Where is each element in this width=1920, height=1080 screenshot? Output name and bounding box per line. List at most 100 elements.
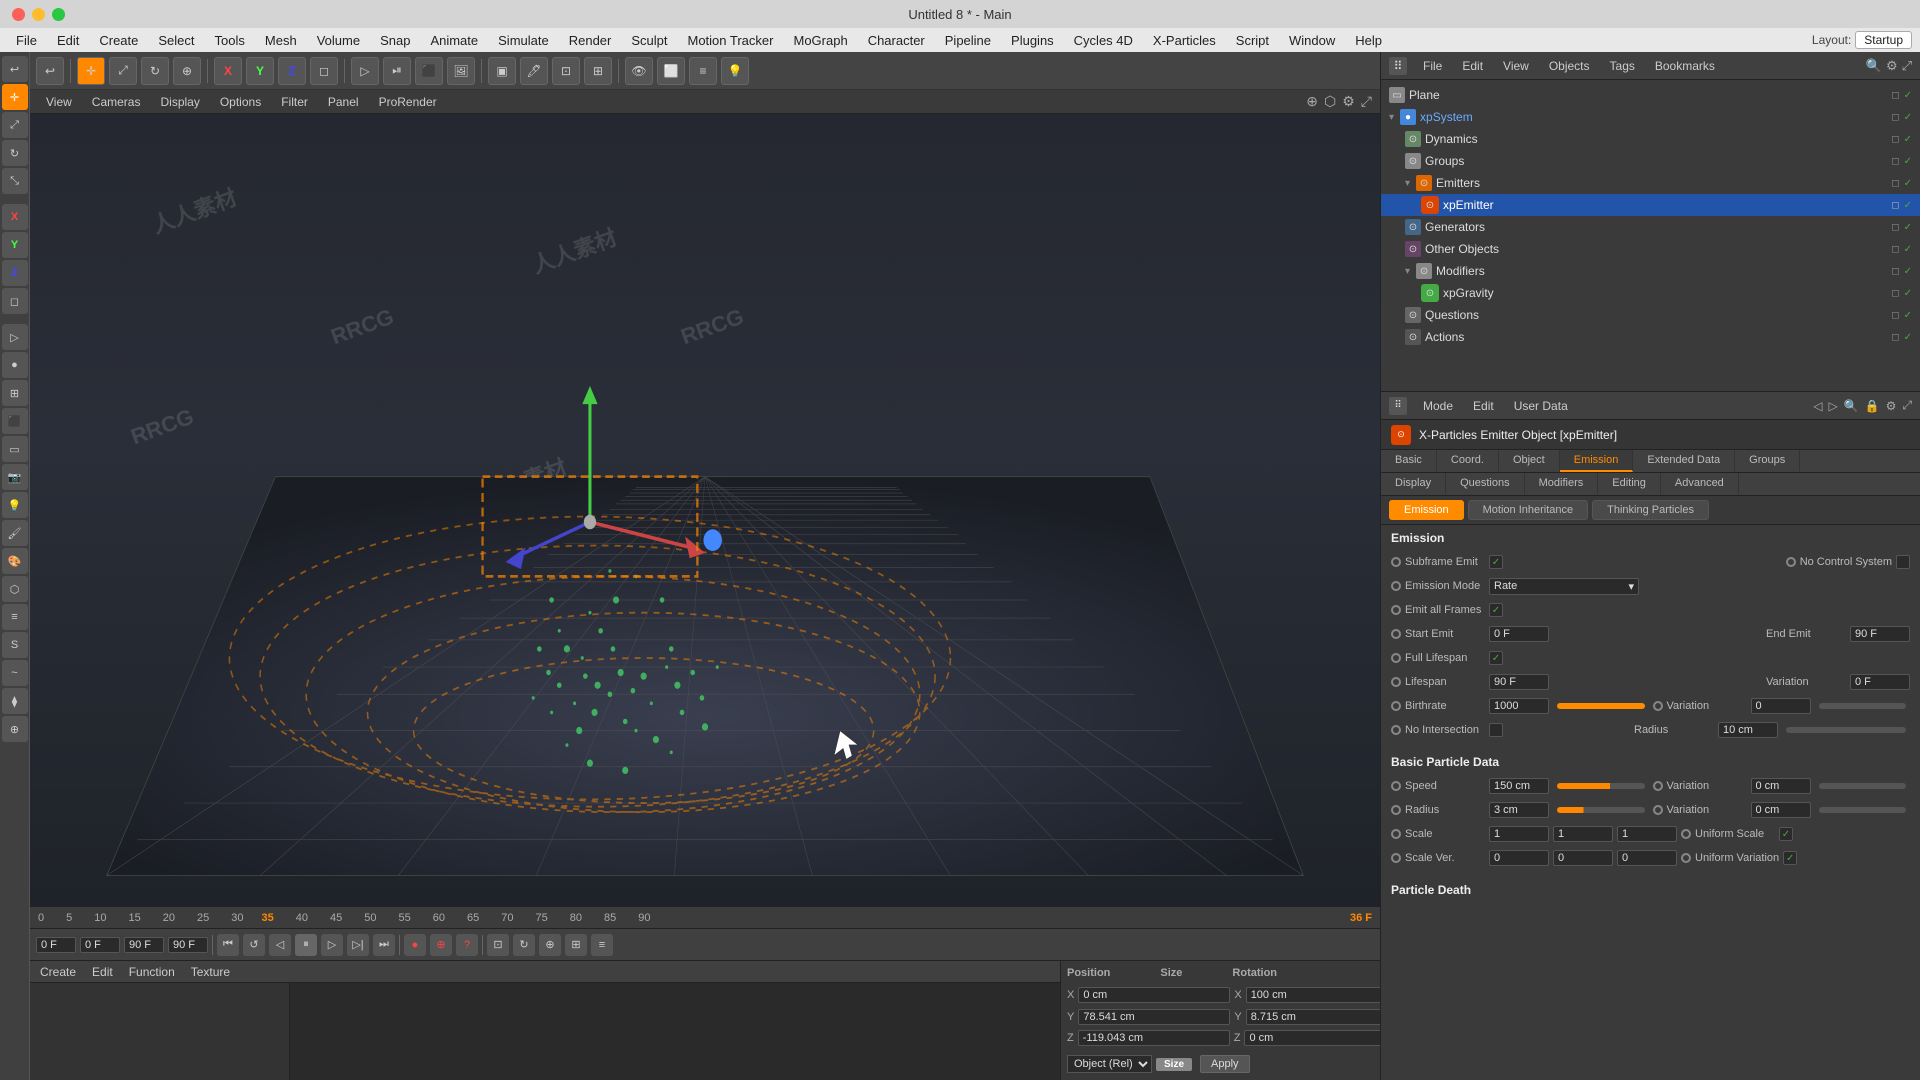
vp-menu-display[interactable]: Display: [152, 93, 207, 111]
birthrate-radio[interactable]: [1391, 701, 1401, 711]
actions-vis[interactable]: ◻: [1891, 332, 1899, 343]
keyframe-loop-btn[interactable]: ↻: [513, 934, 535, 956]
move-tool[interactable]: ✛: [77, 57, 105, 85]
render-view-btn[interactable]: ▷: [351, 57, 379, 85]
scale-field-1[interactable]: [1489, 826, 1549, 842]
props-search-icon[interactable]: 🔍: [1844, 399, 1859, 413]
menu-pipeline[interactable]: Pipeline: [937, 31, 999, 50]
tool-brush[interactable]: 🖌: [2, 520, 28, 546]
subframe-radio[interactable]: [1391, 557, 1401, 567]
play-btn[interactable]: ▷: [321, 934, 343, 956]
radius-slider[interactable]: [1786, 727, 1906, 733]
tool-perspective[interactable]: ⬛: [2, 408, 28, 434]
apply-button[interactable]: Apply: [1200, 1055, 1250, 1073]
emit-all-check[interactable]: ✓: [1489, 603, 1503, 617]
scene-menu-tags[interactable]: Tags: [1606, 57, 1639, 75]
props-fwd-btn[interactable]: ▷: [1828, 399, 1837, 413]
scene-menu-edit[interactable]: Edit: [1458, 57, 1487, 75]
props-expand-icon[interactable]: ⤢: [1902, 398, 1912, 413]
em-tab-emission[interactable]: Emission: [1389, 500, 1464, 520]
tab-modifiers[interactable]: Modifiers: [1525, 473, 1599, 495]
menu-select[interactable]: Select: [150, 31, 202, 50]
scene-menu-objects[interactable]: Objects: [1545, 57, 1594, 75]
camera-btn[interactable]: 👁: [625, 57, 653, 85]
tool-x-axis[interactable]: X: [2, 204, 28, 230]
scene-item-modifiers[interactable]: ▾ ⊙ Modifiers ◻ ✓: [1381, 260, 1920, 282]
props-menu-edit[interactable]: Edit: [1469, 397, 1498, 415]
full-lifespan-check[interactable]: ✓: [1489, 651, 1503, 665]
radius-radio[interactable]: [1391, 805, 1401, 815]
birthrate-var-radio[interactable]: [1653, 701, 1663, 711]
scale-ver-field-3[interactable]: [1617, 850, 1677, 866]
tool-floor[interactable]: ▭: [2, 436, 28, 462]
free-transform[interactable]: ⊕: [173, 57, 201, 85]
scene-item-xpsystem[interactable]: ▾ ● xpSystem ◻ ✓: [1381, 106, 1920, 128]
speed-var-slider[interactable]: [1819, 783, 1907, 789]
uniform-var-radio[interactable]: [1681, 853, 1691, 863]
size-z-field[interactable]: [1244, 1030, 1396, 1046]
scale-field-3[interactable]: [1617, 826, 1677, 842]
speed-field[interactable]: [1489, 778, 1549, 794]
menu-snap[interactable]: Snap: [372, 31, 418, 50]
tab-groups[interactable]: Groups: [1735, 450, 1800, 472]
frame-end-field[interactable]: [124, 937, 164, 953]
tool-selection[interactable]: ⬡: [2, 576, 28, 602]
radius-var-radio[interactable]: [1653, 805, 1663, 815]
groups-vis[interactable]: ◻: [1891, 156, 1899, 167]
menu-create[interactable]: Create: [91, 31, 146, 50]
emission-mode-radio[interactable]: [1391, 581, 1401, 591]
speed-radio[interactable]: [1391, 781, 1401, 791]
scene-item-other-objects[interactable]: ⊙ Other Objects ◻ ✓: [1381, 238, 1920, 260]
tool-spline[interactable]: ~: [2, 660, 28, 686]
no-intersection-radio[interactable]: [1391, 725, 1401, 735]
variation-field-1[interactable]: [1850, 674, 1910, 690]
birthrate-slider[interactable]: [1557, 703, 1645, 709]
menu-edit[interactable]: Edit: [49, 31, 87, 50]
menu-mograph[interactable]: MoGraph: [785, 31, 855, 50]
tool-cursor[interactable]: ✛: [2, 84, 28, 110]
tab-object[interactable]: Object: [1499, 450, 1560, 472]
tool-material[interactable]: S: [2, 632, 28, 658]
tab-advanced[interactable]: Advanced: [1661, 473, 1739, 495]
other-vis[interactable]: ◻: [1891, 244, 1899, 255]
kf-create[interactable]: Create: [36, 963, 80, 981]
menu-file[interactable]: File: [8, 31, 45, 50]
xpsystem-vis[interactable]: ◻: [1891, 112, 1899, 123]
tool-viewport-1[interactable]: ⊞: [2, 380, 28, 406]
no-control-radio[interactable]: [1786, 557, 1796, 567]
menu-help[interactable]: Help: [1347, 31, 1390, 50]
menu-cycles4d[interactable]: Cycles 4D: [1066, 31, 1141, 50]
full-lifespan-radio[interactable]: [1391, 653, 1401, 663]
jump-end-btn[interactable]: ⏭: [373, 934, 395, 956]
em-tab-motion[interactable]: Motion Inheritance: [1468, 500, 1589, 520]
tab-emission[interactable]: Emission: [1560, 450, 1634, 472]
light-btn[interactable]: 💡: [721, 57, 749, 85]
tool-extra[interactable]: ⊕: [2, 716, 28, 742]
prev-frame-btn[interactable]: ◁: [269, 934, 291, 956]
props-back-btn[interactable]: ◁: [1813, 399, 1822, 413]
props-menu-userdata[interactable]: User Data: [1510, 397, 1572, 415]
tool-paint[interactable]: 🎨: [2, 548, 28, 574]
menu-volume[interactable]: Volume: [309, 31, 368, 50]
no-control-check[interactable]: [1896, 555, 1910, 569]
size-y-field[interactable]: [1246, 1009, 1398, 1025]
scene-item-plane[interactable]: ▭ Plane ◻ ✓: [1381, 84, 1920, 106]
render-region-btn[interactable]: ⏯: [383, 57, 411, 85]
menu-mesh[interactable]: Mesh: [257, 31, 305, 50]
xpsystem-collapse[interactable]: ▾: [1389, 112, 1394, 123]
frame-current-field[interactable]: [80, 937, 120, 953]
generators-vis[interactable]: ◻: [1891, 222, 1899, 233]
emit-all-radio[interactable]: [1391, 605, 1401, 615]
vp-fullscreen-btn[interactable]: ⤢: [1361, 93, 1372, 110]
tab-editing[interactable]: Editing: [1598, 473, 1661, 495]
tab-display[interactable]: Display: [1381, 473, 1446, 495]
scene-item-xpemitter[interactable]: ⊙ xpEmitter ◻ ✓: [1381, 194, 1920, 216]
keyframe-record-btn[interactable]: ⊕: [539, 934, 561, 956]
emission-mode-dropdown[interactable]: Rate ▾: [1489, 578, 1639, 595]
scale-ver-field-1[interactable]: [1489, 850, 1549, 866]
viewport-wire-btn[interactable]: 🖊: [520, 57, 548, 85]
axis-z[interactable]: Z: [278, 57, 306, 85]
em-tab-thinking[interactable]: Thinking Particles: [1592, 500, 1709, 520]
scene-settings-icon[interactable]: ⚙: [1886, 58, 1898, 74]
floor-btn[interactable]: ≡: [689, 57, 717, 85]
